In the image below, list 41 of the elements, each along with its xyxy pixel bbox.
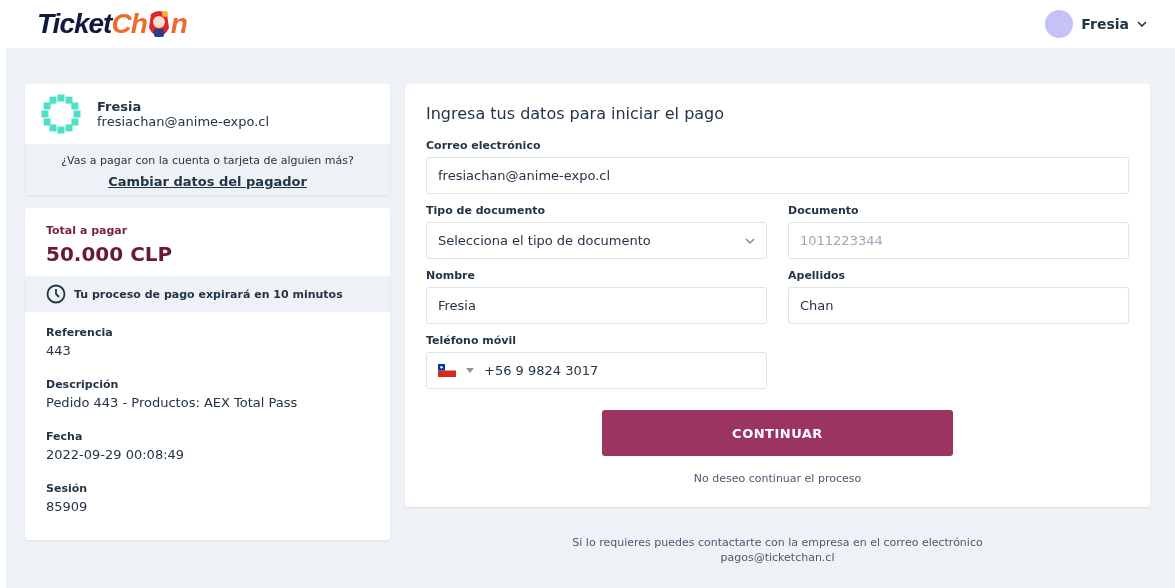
field-label: Correo electrónico: [426, 139, 542, 152]
form-title: Ingresa tus datos para iniciar el pago: [426, 104, 726, 123]
phone-field[interactable]: +56 9 9824 3017: [426, 352, 767, 389]
user-name[interactable]: Fresia: [1081, 16, 1129, 32]
detail-label: Descripción: [46, 378, 120, 391]
detail-value: Pedido 443 - Productos: AEX Total Pass: [46, 395, 299, 410]
clock-icon: [46, 284, 66, 304]
input-field[interactable]: fresiachan@anime-expo.cl: [426, 157, 1129, 194]
cancel-link[interactable]: No deseo continuar el proceso: [693, 472, 862, 485]
field-label: Documento: [788, 204, 860, 217]
continue-button[interactable]: CONTINUAR: [602, 410, 953, 456]
contact-note: Si lo requieres puedes contactarte con la empresa en el correo electrónico pagos@ticketchan.cl: [572, 535, 983, 565]
total-label: Total a pagar: [46, 224, 129, 237]
timer-text: Tu proceso de pago expirará en 10 minutos: [74, 287, 343, 301]
detail-value: 443: [46, 343, 72, 358]
document-type-select[interactable]: Selecciona el tipo de documento: [426, 222, 767, 259]
chile-flag-icon: [438, 364, 456, 377]
field-label: Teléfono móvil: [426, 334, 518, 347]
logo-text: Ticket: [37, 8, 112, 40]
detail-value: 85909: [46, 499, 89, 514]
input-field[interactable]: Fresia: [426, 287, 767, 324]
field-label: Apellidos: [788, 269, 847, 282]
field-label: Tipo de documento: [426, 204, 547, 217]
pattern-avatar-icon: [39, 92, 83, 136]
payer-name: Fresia: [97, 99, 143, 114]
detail-label: Referencia: [46, 326, 114, 339]
detail-label: Fecha: [46, 430, 84, 443]
chevron-down-icon: [745, 237, 755, 244]
caret-icon: [466, 368, 474, 373]
payer-question: ¿Vas a pagar con la cuenta o tarjeta de alguien más?: [61, 154, 354, 167]
total-amount: 50.000 CLP: [46, 242, 174, 266]
payer-email: fresiachan@anime-expo.cl: [97, 114, 270, 129]
input-field[interactable]: 1011223344: [788, 222, 1129, 259]
chevron-down-icon[interactable]: [1137, 21, 1147, 27]
detail-value: 2022-09-29 00:08:49: [46, 447, 186, 462]
mascot-drawing: [146, 10, 171, 38]
change-payer-link[interactable]: Cambiar datos del pagador: [108, 174, 307, 189]
detail-label: Sesión: [46, 482, 89, 495]
logo-text: n: [170, 8, 187, 40]
field-label: Nombre: [426, 269, 476, 282]
input-field[interactable]: Chan: [788, 287, 1129, 324]
